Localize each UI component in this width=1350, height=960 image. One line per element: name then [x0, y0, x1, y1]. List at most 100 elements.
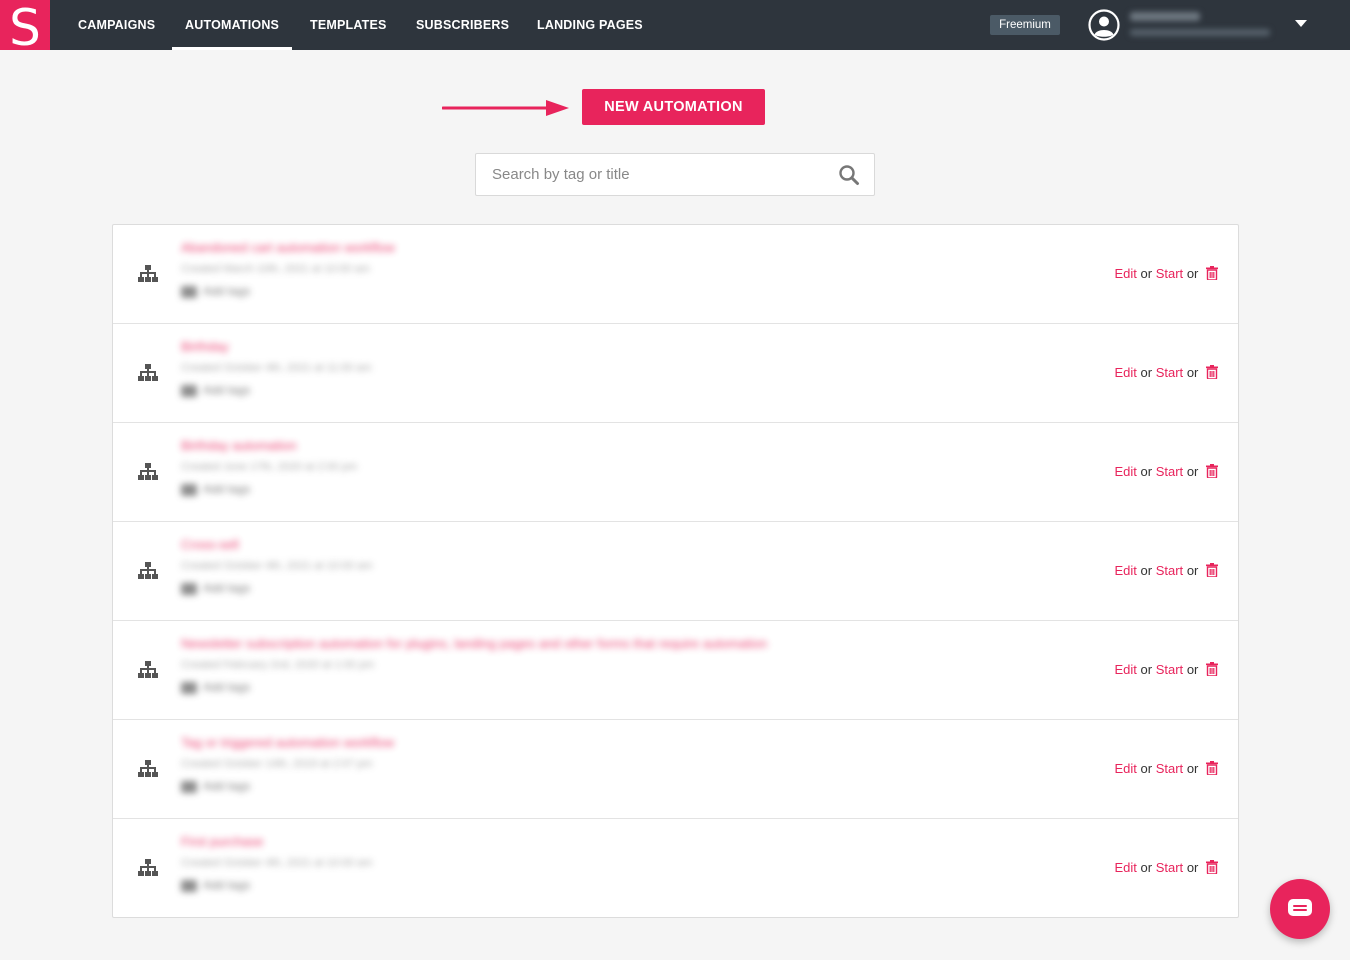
trash-icon[interactable] — [1206, 860, 1218, 874]
or-separator: or — [1186, 860, 1199, 875]
nav-landing-pages[interactable]: LANDING PAGES — [537, 0, 643, 50]
automation-row[interactable]: Birthday Created October 4th, 2021 at 11… — [113, 324, 1238, 423]
start-link[interactable]: Start — [1156, 563, 1183, 578]
row-actions: Edit or Start or — [1115, 760, 1218, 778]
or-separator: or — [1140, 266, 1153, 281]
add-tags-link[interactable]: Add tags — [181, 579, 881, 597]
nav-campaigns[interactable]: CAMPAIGNS — [78, 0, 155, 50]
chat-bubble-icon — [1288, 899, 1312, 916]
trash-icon[interactable] — [1206, 662, 1218, 676]
add-tags-link[interactable]: Add tags — [181, 777, 881, 795]
edit-link[interactable]: Edit — [1115, 563, 1137, 578]
row-actions: Edit or Start or — [1115, 562, 1218, 580]
edit-link[interactable]: Edit — [1115, 464, 1137, 479]
automation-details: Birthday Created October 4th, 2021 at 11… — [181, 338, 881, 408]
row-actions: Edit or Start or — [1115, 265, 1218, 283]
automation-title[interactable]: Birthday automation — [181, 437, 881, 455]
automation-created-date: Created October 4th, 2021 at 10:00 am — [181, 857, 373, 869]
or-separator: or — [1140, 662, 1153, 677]
row-actions: Edit or Start or — [1115, 859, 1218, 877]
automation-created-date: Created February 2nd, 2020 at 1:00 pm — [181, 659, 375, 671]
tag-icon — [181, 780, 197, 793]
start-link[interactable]: Start — [1156, 266, 1183, 281]
user-account-info[interactable] — [1130, 10, 1275, 40]
automation-title[interactable]: Cross-sell — [181, 536, 881, 554]
automation-details: First purchase Created October 4th, 2021… — [181, 833, 881, 903]
edit-link[interactable]: Edit — [1115, 266, 1137, 281]
edit-link[interactable]: Edit — [1115, 860, 1137, 875]
tag-icon — [181, 582, 197, 595]
automation-title[interactable]: Newsletter subscription automation for p… — [181, 635, 881, 653]
trash-icon[interactable] — [1206, 563, 1218, 577]
trash-icon[interactable] — [1206, 365, 1218, 379]
flow-icon — [138, 265, 158, 282]
start-link[interactable]: Start — [1156, 761, 1183, 776]
or-separator: or — [1140, 860, 1153, 875]
automation-title[interactable]: Tag or triggered automation workflow — [181, 734, 881, 752]
automation-details: Newsletter subscription automation for p… — [181, 635, 881, 705]
automation-created-date: Created March 10th, 2021 at 10:00 am — [181, 263, 370, 275]
add-tags-label: Add tags — [203, 581, 251, 595]
automation-row[interactable]: Newsletter subscription automation for p… — [113, 621, 1238, 720]
flow-icon — [138, 364, 158, 381]
automation-row[interactable]: Cross-sell Created October 4th, 2021 at … — [113, 522, 1238, 621]
search-input[interactable] — [476, 154, 826, 195]
automation-details: Cross-sell Created October 4th, 2021 at … — [181, 536, 881, 606]
search-box — [475, 153, 875, 196]
add-tags-label: Add tags — [203, 878, 251, 892]
add-tags-link[interactable]: Add tags — [181, 876, 881, 894]
or-separator: or — [1140, 761, 1153, 776]
automation-row[interactable]: First purchase Created October 4th, 2021… — [113, 819, 1238, 918]
add-tags-label: Add tags — [203, 284, 251, 298]
add-tags-link[interactable]: Add tags — [181, 381, 881, 399]
trash-icon[interactable] — [1206, 761, 1218, 775]
or-separator: or — [1140, 563, 1153, 578]
search-icon[interactable] — [838, 164, 860, 186]
automation-title[interactable]: Abandoned cart automation workflow — [181, 239, 881, 257]
or-separator: or — [1186, 563, 1199, 578]
automation-title[interactable]: First purchase — [181, 833, 881, 851]
plan-badge[interactable]: Freemium — [990, 15, 1060, 35]
add-tags-link[interactable]: Add tags — [181, 282, 881, 300]
trash-icon[interactable] — [1206, 266, 1218, 280]
flow-icon — [138, 859, 158, 876]
edit-link[interactable]: Edit — [1115, 662, 1137, 677]
automation-row[interactable]: Tag or triggered automation workflow Cre… — [113, 720, 1238, 819]
start-link[interactable]: Start — [1156, 662, 1183, 677]
nav-automations[interactable]: AUTOMATIONS — [171, 0, 293, 50]
start-link[interactable]: Start — [1156, 860, 1183, 875]
automation-row[interactable]: Abandoned cart automation workflow Creat… — [113, 225, 1238, 324]
add-tags-link[interactable]: Add tags — [181, 480, 881, 498]
caret-down-icon[interactable] — [1295, 20, 1307, 27]
automation-created-date: Created October 4th, 2021 at 11:00 am — [181, 362, 372, 374]
or-separator: or — [1140, 365, 1153, 380]
automation-row[interactable]: Birthday automation Created June 17th, 2… — [113, 423, 1238, 522]
automation-created-date: Created October 14th, 2019 at 2:07 pm — [181, 758, 373, 770]
add-tags-link[interactable]: Add tags — [181, 678, 881, 696]
nav-templates[interactable]: TEMPLATES — [310, 0, 387, 50]
app-logo[interactable]: S — [0, 0, 50, 50]
automation-details: Tag or triggered automation workflow Cre… — [181, 734, 881, 804]
chat-launcher-button[interactable] — [1270, 879, 1330, 939]
edit-link[interactable]: Edit — [1115, 761, 1137, 776]
automation-details: Birthday automation Created June 17th, 2… — [181, 437, 881, 507]
edit-link[interactable]: Edit — [1115, 365, 1137, 380]
flow-icon — [138, 760, 158, 777]
automation-created-date: Created June 17th, 2020 at 2:00 pm — [181, 461, 358, 473]
user-circle-icon[interactable] — [1088, 9, 1120, 41]
trash-icon[interactable] — [1206, 464, 1218, 478]
row-actions: Edit or Start or — [1115, 463, 1218, 481]
tag-icon — [181, 384, 197, 397]
flow-icon — [138, 463, 158, 480]
start-link[interactable]: Start — [1156, 464, 1183, 479]
new-automation-button[interactable]: NEW AUTOMATION — [582, 89, 765, 125]
or-separator: or — [1186, 266, 1199, 281]
pointer-arrow-icon — [442, 100, 569, 116]
or-separator: or — [1186, 662, 1199, 677]
automation-title[interactable]: Birthday — [181, 338, 881, 356]
add-tags-label: Add tags — [203, 680, 251, 694]
add-tags-label: Add tags — [203, 779, 251, 793]
nav-subscribers[interactable]: SUBSCRIBERS — [416, 0, 509, 50]
start-link[interactable]: Start — [1156, 365, 1183, 380]
or-separator: or — [1140, 464, 1153, 479]
